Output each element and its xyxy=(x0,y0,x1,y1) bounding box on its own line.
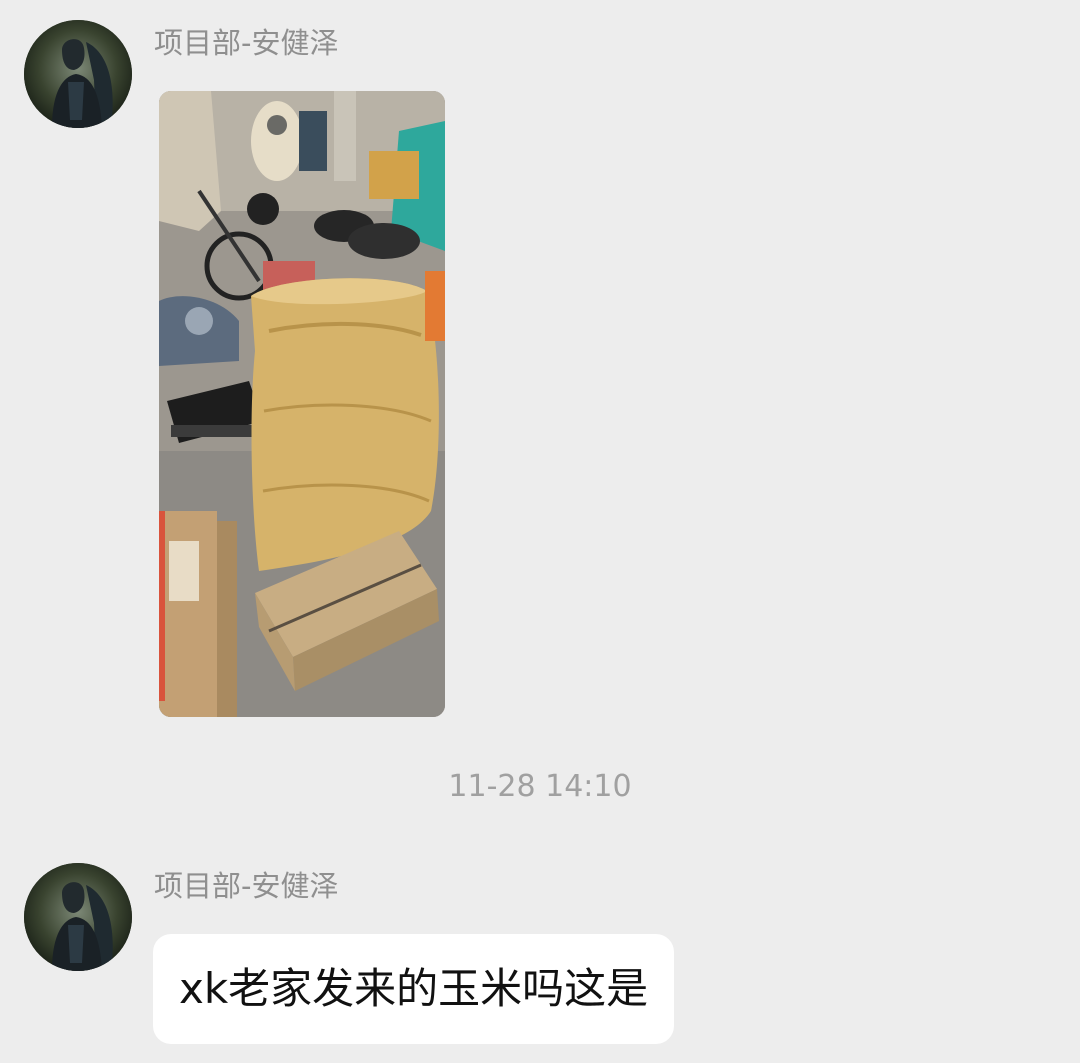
message-text: xk老家发来的玉米吗这是 xyxy=(179,964,649,1013)
sender-avatar[interactable] xyxy=(24,863,132,971)
photo-image xyxy=(159,91,445,717)
armored-hero-avatar-icon xyxy=(24,863,132,971)
armored-hero-avatar-icon xyxy=(24,20,132,128)
image-message[interactable] xyxy=(159,91,445,717)
sender-avatar[interactable] xyxy=(24,20,132,128)
sender-name: 项目部-安健泽 xyxy=(154,869,339,903)
sender-name: 项目部-安健泽 xyxy=(154,26,339,60)
text-message-bubble[interactable]: xk老家发来的玉米吗这是 xyxy=(153,934,675,1044)
message-timestamp: 11-28 14:10 xyxy=(448,769,632,804)
